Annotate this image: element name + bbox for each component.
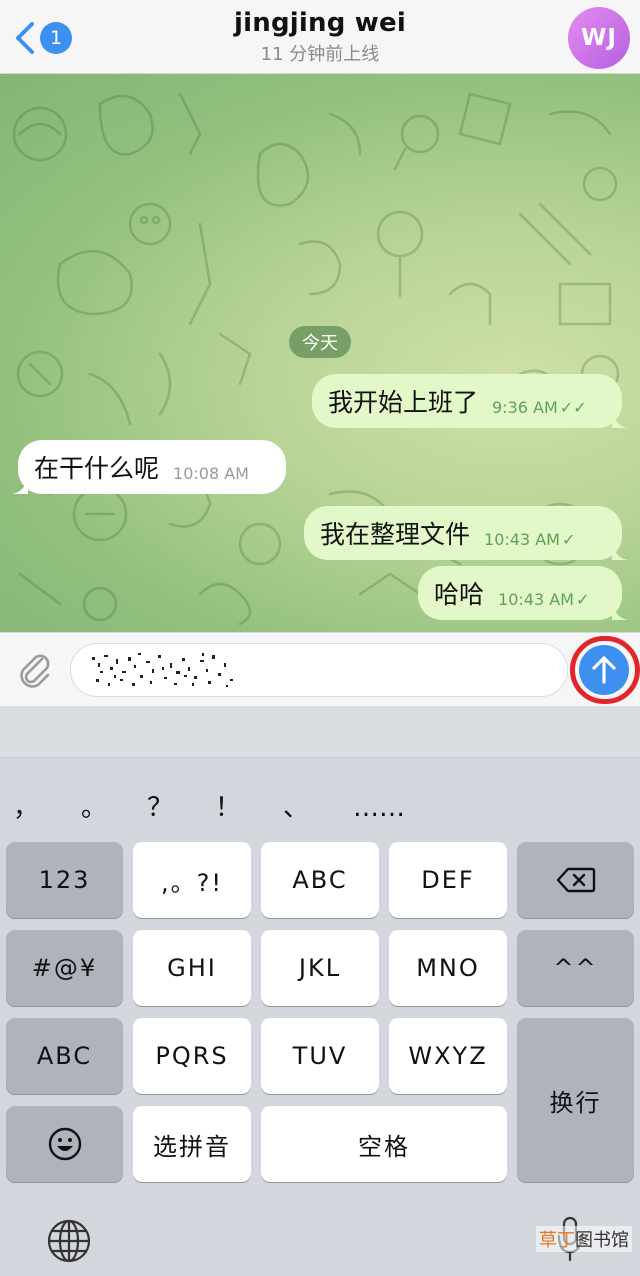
bubble-tail [12,478,28,494]
punct-question-key[interactable]: ？ [140,780,180,836]
back-button[interactable]: 1 [10,18,80,58]
punctuation-row: ， 。 ？ ！ 、 …… [0,780,640,836]
punct-exclaim-key[interactable]: ！ [208,780,248,836]
message-time: 10:08 AM [173,463,249,483]
globe-icon[interactable] [46,1218,92,1264]
message-bubble-outgoing[interactable]: 我开始上班了 9:36 AM ✓✓ [312,374,628,428]
chevron-left-icon [16,22,34,54]
chinese-nine-key-keyboard: ， 。 ？ ！ 、 …… 123 ,。?! ABC DEF #@¥ GHI JK… [0,706,640,1276]
date-separator: 今天 [289,326,351,358]
backspace-icon [556,867,595,893]
punct-comma-key[interactable]: ， [6,780,46,836]
message-time: 9:36 AM ✓✓ [492,397,587,417]
obscured-input-text [92,653,233,687]
bubble-tail [612,544,628,560]
chat-area[interactable]: 今天 我开始上班了 9:36 AM ✓✓ 在干什么呢 10:08 AM 我在整理文… [0,74,640,632]
space-key[interactable]: 空格 [261,1106,507,1182]
message-bubble-outgoing[interactable]: 哈哈 10:43 AM ✓ [418,566,628,620]
message-text: 哈哈 [434,580,485,609]
candidate-bar [0,706,640,758]
double-check-icon: ✓✓ [559,397,587,417]
arrow-up-icon [592,656,616,684]
punct-period-key[interactable]: 。 [74,780,114,836]
key-pqrs[interactable]: PQRS [133,1018,251,1094]
punctuation-key[interactable]: ,。?! [133,842,251,918]
check-icon: ✓ [561,529,576,549]
delete-key[interactable] [517,842,634,918]
emoticon-key[interactable]: ^^ [517,930,634,1006]
message-time: 10:43 AM ✓ [498,589,590,609]
message-composer [0,632,640,706]
punct-enumeration-comma-key[interactable]: 、 [276,780,316,836]
last-seen-status: 11 分钟前上线 [260,44,380,65]
contact-name: jingjing wei [234,8,406,38]
key-ghi[interactable]: GHI [133,930,251,1006]
watermark: 草丁图书馆 [536,1226,632,1252]
key-jkl[interactable]: JKL [261,930,379,1006]
message-text: 在干什么呢 [34,454,160,483]
unread-count-badge: 1 [40,22,72,54]
symbols-key[interactable]: #@¥ [6,930,123,1006]
paperclip-icon[interactable] [14,649,56,691]
key-mno[interactable]: MNO [389,930,507,1006]
message-text: 我开始上班了 [328,388,479,417]
message-text: 我在整理文件 [320,520,471,549]
message-bubble-incoming[interactable]: 在干什么呢 10:08 AM [12,440,286,494]
key-abc[interactable]: ABC [261,842,379,918]
punct-ellipsis-key[interactable]: …… [346,780,412,836]
chat-title-area[interactable]: jingjing wei 11 分钟前上线 [120,8,520,66]
message-time: 10:43 AM ✓ [484,529,576,549]
send-button[interactable] [579,645,629,695]
emoji-key[interactable] [6,1106,123,1182]
english-switch-key[interactable]: ABC [6,1018,123,1094]
smiley-icon [48,1127,81,1161]
numbers-key[interactable]: 123 [6,842,123,918]
chat-header: 1 jingjing wei 11 分钟前上线 WJ [0,0,640,74]
return-key[interactable]: 换行 [517,1018,634,1182]
key-def[interactable]: DEF [389,842,507,918]
key-tuv[interactable]: TUV [261,1018,379,1094]
message-bubble-outgoing[interactable]: 我在整理文件 10:43 AM ✓ [304,506,628,560]
check-icon: ✓ [575,589,590,609]
bubble-tail [612,412,628,428]
bubble-tail [612,604,628,620]
pinyin-select-key[interactable]: 选拼音 [133,1106,251,1182]
key-wxyz[interactable]: WXYZ [389,1018,507,1094]
contact-avatar[interactable]: WJ [568,7,630,69]
